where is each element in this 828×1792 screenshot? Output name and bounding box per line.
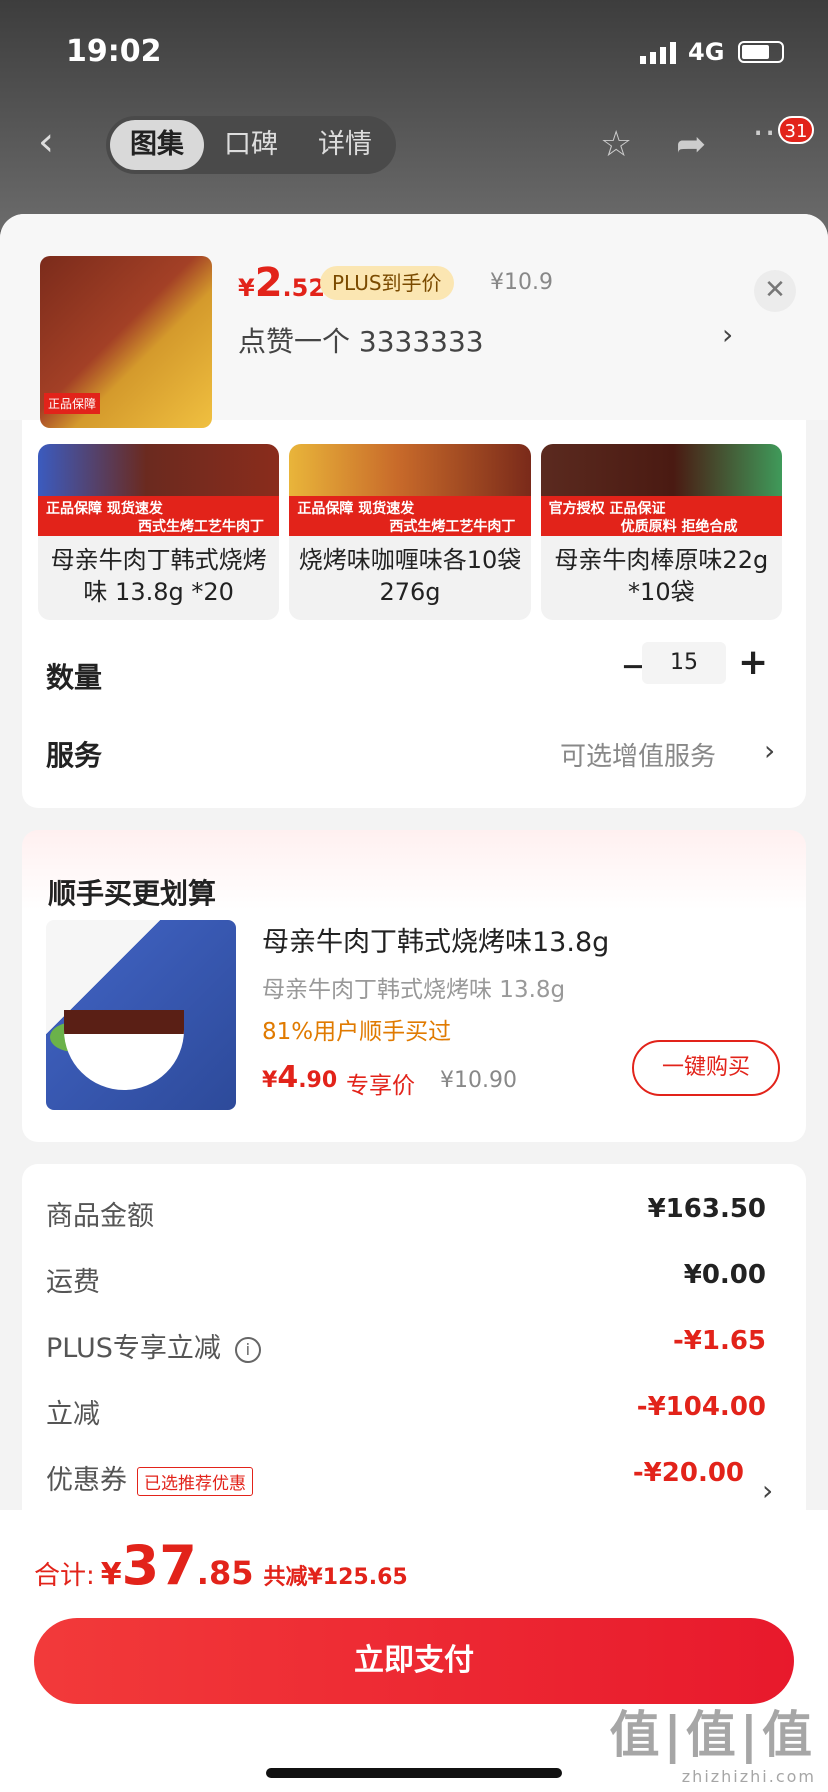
- info-icon[interactable]: i: [234, 1336, 261, 1363]
- summary-row: 立减 -¥104.00: [46, 1392, 766, 1430]
- battery-icon: [738, 41, 784, 63]
- addon-exclusive-label: 专享价: [346, 1073, 415, 1099]
- tab-reviews[interactable]: 口碑: [204, 120, 298, 170]
- signal-icon: [640, 42, 676, 64]
- quantity-increase-button[interactable]: +: [738, 642, 768, 683]
- summary-row: PLUS专享立减 i -¥1.65: [46, 1326, 766, 1364]
- top-nav: ‹ 图集 口碑 详情 ☆ ➦ ⋯: [0, 112, 828, 178]
- pay-now-button[interactable]: 立即支付: [34, 1618, 794, 1704]
- chevron-right-icon[interactable]: ›: [764, 734, 775, 767]
- message-count-badge: 31: [778, 116, 814, 144]
- close-icon[interactable]: ✕: [754, 270, 796, 312]
- variant-name: 母亲牛肉棒原味22g *10袋: [554, 546, 769, 606]
- quantity-label: 数量: [46, 661, 103, 694]
- one-click-buy-button[interactable]: 一键购买: [632, 1040, 780, 1096]
- share-icon[interactable]: ➦: [676, 124, 706, 165]
- addon-price: ¥4.90: [262, 1060, 338, 1095]
- product-price: ¥2.52: [238, 260, 326, 306]
- back-icon[interactable]: ‹: [38, 122, 68, 164]
- variant-image: 官方授权 正品保证 优质原料 拒绝合成: [540, 444, 782, 536]
- product-thumbnail: 正品保障: [40, 256, 212, 428]
- chevron-right-icon[interactable]: ›: [762, 1474, 773, 1507]
- addon-name[interactable]: 母亲牛肉丁韩式烧烤味13.8g: [262, 920, 609, 959]
- purchase-sheet: 正品保障 现货速发 西式生烤工艺牛肉丁 母亲牛肉丁韩式烧烤味 13.8g *20 …: [0, 214, 828, 1792]
- variant-option[interactable]: 正品保障 现货速发 西式生烤工艺牛肉丁 烧烤味咖喱味各10袋 276g: [289, 444, 531, 620]
- coupon-tag: 已选推荐优惠: [137, 1467, 253, 1496]
- tab-gallery[interactable]: 图集: [110, 120, 204, 170]
- network-type: 4G: [688, 38, 725, 66]
- original-price: ¥10.9: [490, 270, 553, 295]
- variant-name: 母亲牛肉丁韩式烧烤味 13.8g *20: [50, 546, 267, 606]
- favorite-star-icon[interactable]: ☆: [600, 124, 632, 165]
- quantity-input[interactable]: 15: [642, 642, 726, 684]
- addon-subtitle: 母亲牛肉丁韩式烧烤味 13.8g: [262, 977, 566, 1003]
- coupon-row[interactable]: 优惠券 已选推荐优惠 -¥20.00: [46, 1458, 744, 1498]
- watermark: 值|值|值 zhizhizhi.com: [609, 1706, 816, 1786]
- home-indicator: [266, 1768, 562, 1778]
- addon-title: 顺手买更划算: [48, 877, 217, 910]
- addon-original-price: ¥10.90: [440, 1068, 517, 1093]
- chevron-right-icon[interactable]: ›: [722, 318, 733, 351]
- total-price: 合计: ¥37.85 共减¥125.65: [34, 1534, 408, 1597]
- summary-row: 运费 ¥0.00: [46, 1260, 766, 1298]
- plus-price-tag: PLUS到手价: [320, 266, 454, 300]
- like-text[interactable]: 点赞一个 3333333: [238, 320, 484, 360]
- variant-image: 正品保障 现货速发 西式生烤工艺牛肉丁: [289, 444, 531, 536]
- tab-details[interactable]: 详情: [298, 120, 392, 170]
- view-tabs: 图集 口碑 详情: [106, 116, 396, 174]
- total-savings: 共减¥125.65: [263, 1565, 408, 1590]
- variant-name: 烧烤味咖喱味各10袋 276g: [298, 546, 522, 606]
- variant-image: 正品保障 现货速发 西式生烤工艺牛肉丁: [38, 444, 280, 536]
- service-value[interactable]: 可选增值服务: [560, 736, 716, 773]
- service-label: 服务: [46, 739, 103, 772]
- variant-option[interactable]: 官方授权 正品保证 优质原料 拒绝合成 母亲牛肉棒原味22g *10袋: [540, 444, 782, 620]
- summary-row: 商品金额 ¥163.50: [46, 1194, 766, 1232]
- status-time: 19:02: [66, 34, 162, 69]
- addon-thumbnail[interactable]: [46, 920, 236, 1110]
- addon-card: 顺手买更划算 母亲牛肉丁韩式烧烤味13.8g 母亲牛肉丁韩式烧烤味 13.8g …: [22, 830, 806, 1142]
- product-header: 正品保障 ¥2.52 PLUS到手价 ¥10.9 点赞一个 3333333 › …: [0, 214, 828, 428]
- variant-option[interactable]: 正品保障 现货速发 西式生烤工艺牛肉丁 母亲牛肉丁韩式烧烤味 13.8g *20: [38, 444, 280, 620]
- addon-buyers: 81%用户顺手买过: [262, 1019, 452, 1045]
- variant-list: 正品保障 现货速发 西式生烤工艺牛肉丁 母亲牛肉丁韩式烧烤味 13.8g *20 …: [38, 444, 782, 620]
- status-bar: 19:02 4G: [0, 34, 828, 74]
- checkout-bar: 合计: ¥37.85 共减¥125.65 立即支付 值|值|值 zhizhizhi.…: [0, 1510, 828, 1792]
